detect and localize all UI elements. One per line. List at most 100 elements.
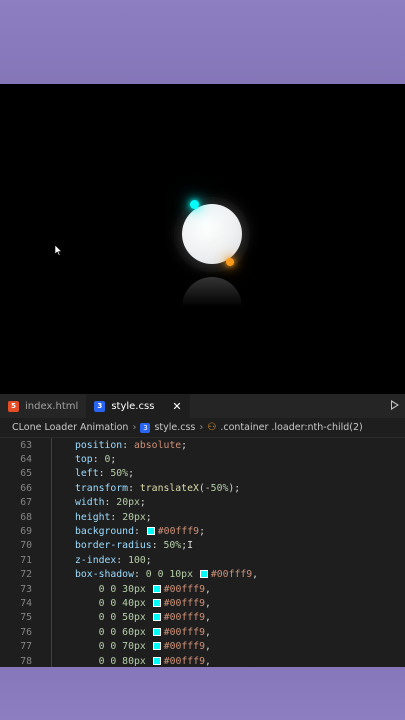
tab-label: index.html bbox=[25, 400, 79, 412]
css3-icon: 3 bbox=[94, 400, 106, 412]
color-swatch[interactable] bbox=[199, 570, 208, 579]
tab-label: style.css bbox=[111, 400, 155, 412]
color-swatch[interactable] bbox=[152, 584, 161, 593]
line-number: 68 bbox=[20, 511, 32, 523]
loader-ball bbox=[182, 204, 242, 264]
css-property: z-index bbox=[75, 554, 117, 566]
line-number: 67 bbox=[20, 497, 32, 509]
selector-symbol-icon: ⚇ bbox=[207, 422, 217, 433]
css3-icon: 3 bbox=[140, 422, 151, 433]
css-value: #00fff9 bbox=[163, 655, 205, 667]
line-number: 66 bbox=[20, 482, 32, 494]
css-value: 0 0 70px bbox=[98, 641, 146, 653]
run-icon[interactable] bbox=[391, 400, 399, 410]
code-line: 71 z-index: 100; bbox=[0, 553, 405, 567]
editor-tab-bar: 5 index.html 3 style.css ✕ bbox=[0, 394, 405, 418]
css-value: #00fff9 bbox=[163, 597, 205, 609]
css-value: 0 0 40px bbox=[98, 597, 146, 609]
color-swatch[interactable] bbox=[146, 527, 155, 536]
css-value: #00fff9 bbox=[163, 612, 205, 624]
css-value: absolute bbox=[133, 439, 182, 451]
code-line: 67 width: 20px; bbox=[0, 496, 405, 510]
breadcrumb-file[interactable]: style.css bbox=[154, 422, 195, 433]
line-number: 71 bbox=[20, 554, 32, 566]
chevron-right-icon: › bbox=[199, 422, 204, 433]
line-number: 77 bbox=[20, 641, 32, 653]
color-swatch[interactable] bbox=[152, 598, 161, 607]
css-value: 0 0 30px bbox=[98, 583, 146, 595]
code-line: 69 background: #00fff9; bbox=[0, 524, 405, 538]
css-value: #00fff9 bbox=[210, 569, 253, 581]
code-area[interactable]: 63 position: absolute; 64 top: 0; 65 lef… bbox=[0, 438, 405, 667]
line-number: 70 bbox=[20, 540, 32, 552]
code-line: 77 0 0 70px #00fff9, bbox=[0, 639, 405, 653]
code-line: 68 height: 20px; bbox=[0, 510, 405, 524]
css-property: height bbox=[75, 511, 111, 523]
code-line: 64 top: 0; bbox=[0, 452, 405, 466]
code-line: 78 0 0 80px #00fff9, bbox=[0, 654, 405, 667]
tab-style-css[interactable]: 3 style.css ✕ bbox=[86, 394, 190, 418]
code-editor: 5 index.html 3 style.css ✕ CLone Loader … bbox=[0, 394, 405, 667]
orange-orbit-dot bbox=[226, 258, 234, 266]
css-property: transform bbox=[75, 482, 129, 494]
line-number: 76 bbox=[20, 626, 32, 638]
top-frame-band bbox=[0, 0, 405, 84]
line-number: 73 bbox=[20, 583, 32, 595]
breadcrumb-project[interactable]: CLone Loader Animation bbox=[12, 422, 128, 433]
code-line: 63 position: absolute; bbox=[0, 438, 405, 452]
breadcrumb: CLone Loader Animation › 3 style.css › ⚇… bbox=[0, 418, 405, 438]
css-value: 50% bbox=[110, 468, 129, 480]
chevron-right-icon: › bbox=[132, 422, 137, 433]
color-swatch[interactable] bbox=[152, 656, 161, 665]
code-line: 66 transform: translateX(-50%); bbox=[0, 481, 405, 495]
close-icon[interactable]: ✕ bbox=[172, 400, 181, 413]
line-number: 69 bbox=[20, 526, 32, 538]
css-value: 0 0 60px bbox=[98, 626, 146, 638]
code-line: 75 0 0 50px #00fff9, bbox=[0, 611, 405, 625]
line-number: 64 bbox=[20, 454, 32, 466]
css-property: box-shadow bbox=[75, 569, 134, 581]
css-value: 0 0 10px bbox=[145, 569, 193, 581]
css-value: #00fff9 bbox=[163, 583, 205, 595]
code-line: 65 left: 50%; bbox=[0, 467, 405, 481]
line-number: 74 bbox=[20, 597, 32, 609]
code-line: 70 border-radius: 50%;I bbox=[0, 539, 405, 553]
preview-canvas bbox=[0, 84, 405, 394]
css-value: 0 0 50px bbox=[98, 612, 146, 624]
html5-icon: 5 bbox=[8, 400, 19, 412]
css-property: left bbox=[75, 468, 99, 480]
breadcrumb-selector[interactable]: .container .loader:nth-child(2) bbox=[220, 422, 362, 433]
css-value: #00fff9 bbox=[157, 526, 200, 538]
css-property: width bbox=[75, 497, 105, 509]
code-line: 74 0 0 40px #00fff9, bbox=[0, 596, 405, 610]
loader-reflection bbox=[182, 277, 242, 307]
css-value: 50% bbox=[163, 540, 182, 552]
code-line: 72 box-shadow: 0 0 10px #00fff9, bbox=[0, 568, 405, 582]
text-cursor-icon: I bbox=[187, 540, 193, 552]
css-value: #00fff9 bbox=[163, 641, 205, 653]
css-property: background bbox=[75, 526, 134, 538]
line-number: 65 bbox=[20, 468, 32, 480]
tab-index-html[interactable]: 5 index.html bbox=[0, 394, 86, 418]
css-property: top bbox=[75, 454, 93, 466]
code-line: 73 0 0 30px #00fff9, bbox=[0, 582, 405, 596]
color-swatch[interactable] bbox=[152, 627, 161, 636]
line-number: 63 bbox=[20, 439, 32, 451]
line-number: 78 bbox=[20, 655, 32, 667]
cyan-orbit-dot bbox=[190, 200, 199, 209]
color-swatch[interactable] bbox=[152, 613, 161, 622]
line-number: 72 bbox=[20, 569, 32, 581]
css-value: -50% bbox=[204, 482, 229, 494]
css-value: 100 bbox=[128, 554, 146, 566]
css-value: #00fff9 bbox=[163, 626, 205, 638]
css-property: position bbox=[75, 439, 123, 451]
bottom-frame-band bbox=[0, 667, 405, 720]
line-number: 75 bbox=[20, 612, 32, 624]
css-property: border-radius bbox=[75, 540, 152, 552]
css-function: translateX bbox=[139, 482, 199, 494]
css-value: 0 0 80px bbox=[98, 655, 146, 667]
css-value: 20px bbox=[122, 511, 146, 523]
code-line: 76 0 0 60px #00fff9, bbox=[0, 625, 405, 639]
color-swatch[interactable] bbox=[152, 642, 161, 651]
css-value: 20px bbox=[116, 497, 140, 509]
